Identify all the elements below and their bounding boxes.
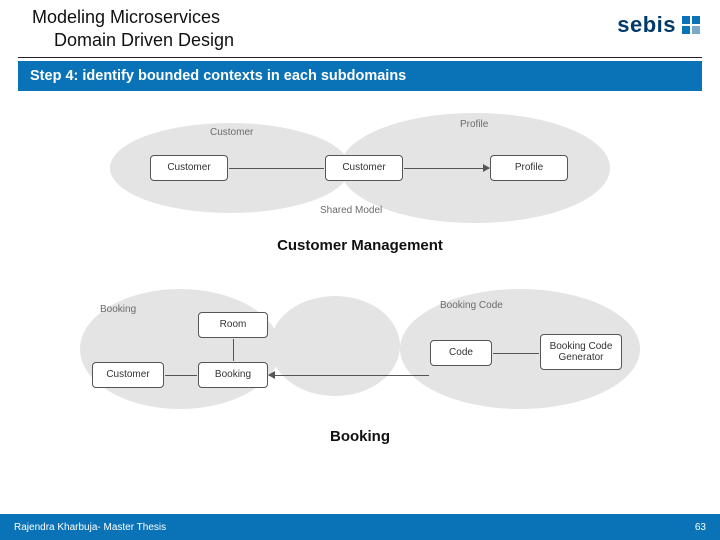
footer-author: Rajendra Kharbuja- Master Thesis [14,522,166,533]
entity-box-profile: Profile [490,155,568,181]
connector-arrow [404,168,489,169]
slide-header: Modeling Microservices Domain Driven Des… [0,0,720,57]
title-block: Modeling Microservices Domain Driven Des… [32,6,234,53]
diagram-customer-management: Customer Profile Shared Model Customer C… [110,113,610,223]
entity-box-room: Room [198,312,268,338]
slide-footer: Rajendra Kharbuja- Master Thesis 63 [0,514,720,540]
entity-box-customer-2: Customer [325,155,403,181]
connector-line [165,375,197,376]
entity-box-booking: Booking [198,362,268,388]
connector-arrow [269,375,429,376]
step-banner: Step 4: identify bounded contexts in eac… [18,61,702,91]
context-label-customer: Customer [210,127,253,138]
entity-box-generator: Booking Code Generator [540,334,622,370]
caption-customer-management: Customer Management [0,237,720,254]
context-label-profile: Profile [460,119,488,130]
caption-booking: Booking [0,428,720,445]
slide-body: Customer Profile Shared Model Customer C… [0,113,720,445]
logo-mark-icon [680,14,702,36]
title-line-2: Domain Driven Design [32,29,234,52]
header-divider [18,57,702,58]
diagram-booking: Booking Booking Code Room Customer Booki… [80,284,640,414]
connector-line-vertical [233,339,234,361]
context-ellipse-mid [270,296,400,396]
context-label-shared: Shared Model [320,205,382,216]
context-label-booking: Booking [100,304,136,315]
sebis-logo: sebis [617,12,702,38]
connector-line [229,168,324,169]
connector-line [493,353,539,354]
title-line-1: Modeling Microservices [32,6,234,29]
entity-box-code: Code [430,340,492,366]
entity-box-customer: Customer [92,362,164,388]
entity-box-customer-1: Customer [150,155,228,181]
footer-page-number: 63 [695,522,706,533]
logo-text: sebis [617,12,676,38]
context-label-booking-code: Booking Code [440,300,503,311]
